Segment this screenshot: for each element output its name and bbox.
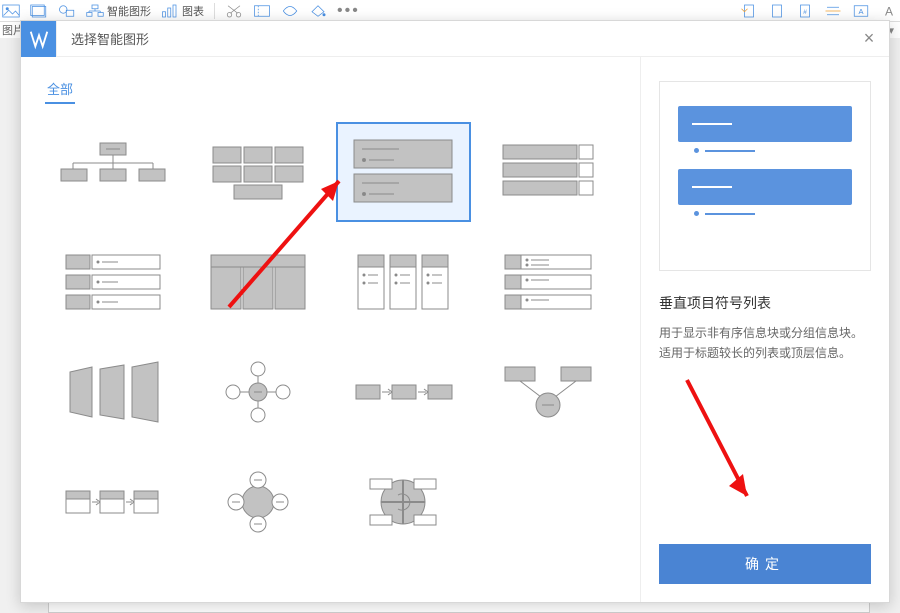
template-gallery: 全部 (21, 57, 641, 602)
tab-all[interactable]: 全部 (45, 75, 75, 104)
template-vertical-bullet-list[interactable] (336, 122, 471, 222)
preview-description: 用于显示非有序信息块或分组信息块。适用于标题较长的列表或顶层信息。 (659, 323, 871, 364)
new-doc-icon[interactable] (740, 4, 758, 18)
template-card-process[interactable] (45, 452, 180, 552)
template-converge[interactable] (481, 342, 616, 442)
shape-icon[interactable] (281, 4, 299, 18)
svg-text:A: A (885, 4, 893, 18)
textbox-icon[interactable]: A (852, 4, 870, 18)
svg-text:#: # (803, 9, 807, 16)
align-icon[interactable] (824, 4, 842, 18)
dialog-header: 选择智能图形 × (21, 21, 889, 57)
svg-text:A: A (858, 7, 863, 16)
dialog-title: 选择智能图形 (57, 29, 849, 48)
preview-pane: 垂直项目符号列表 用于显示非有序信息块或分组信息块。适用于标题较长的列表或顶层信… (641, 57, 889, 602)
insert-smartart-btn[interactable]: 智能图形 (86, 3, 151, 19)
template-list-with-header[interactable] (45, 232, 180, 332)
template-three-columns[interactable] (336, 232, 471, 332)
template-radial[interactable] (190, 342, 325, 442)
smartart-dialog: 选择智能图形 × 全部 (20, 20, 890, 603)
template-cycle-small[interactable] (190, 452, 325, 552)
template-detail-list[interactable] (481, 232, 616, 332)
close-button[interactable]: × (849, 28, 889, 49)
preview-title: 垂直项目符号列表 (659, 293, 871, 313)
page-number-icon[interactable]: # (796, 4, 814, 18)
template-org-chart[interactable] (45, 122, 180, 222)
template-stacked-tabs[interactable] (481, 122, 616, 222)
fill-icon[interactable] (309, 4, 327, 18)
insert-screenshot-btn[interactable] (30, 4, 48, 18)
confirm-button[interactable]: 确定 (659, 544, 871, 584)
template-process-arrow[interactable] (336, 342, 471, 442)
template-table-layout[interactable] (190, 232, 325, 332)
doc-icon[interactable] (768, 4, 786, 18)
app-logo (21, 21, 57, 57)
template-grid-blocks[interactable] (190, 122, 325, 222)
insert-shapes-btn[interactable] (58, 4, 76, 18)
template-trapezoid-list[interactable] (45, 342, 180, 442)
font-icon[interactable]: A (880, 4, 898, 18)
cut-icon[interactable] (225, 4, 243, 18)
template-matrix-cycle[interactable] (336, 452, 471, 552)
more-icon[interactable]: ••• (337, 2, 360, 20)
annotation-arrow-2 (669, 368, 769, 518)
smartart-label: 智能图形 (107, 3, 151, 19)
insert-picture-btn[interactable] (2, 4, 20, 18)
insert-chart-btn[interactable]: 图表 (161, 3, 204, 19)
preview-thumbnail (659, 81, 871, 271)
chart-label: 图表 (182, 3, 204, 19)
ribbon-toolbar: 智能图形 图表 ••• # A A (0, 0, 900, 22)
dropdown-icon[interactable]: ▾ (888, 24, 900, 37)
section-icon[interactable] (253, 4, 271, 18)
